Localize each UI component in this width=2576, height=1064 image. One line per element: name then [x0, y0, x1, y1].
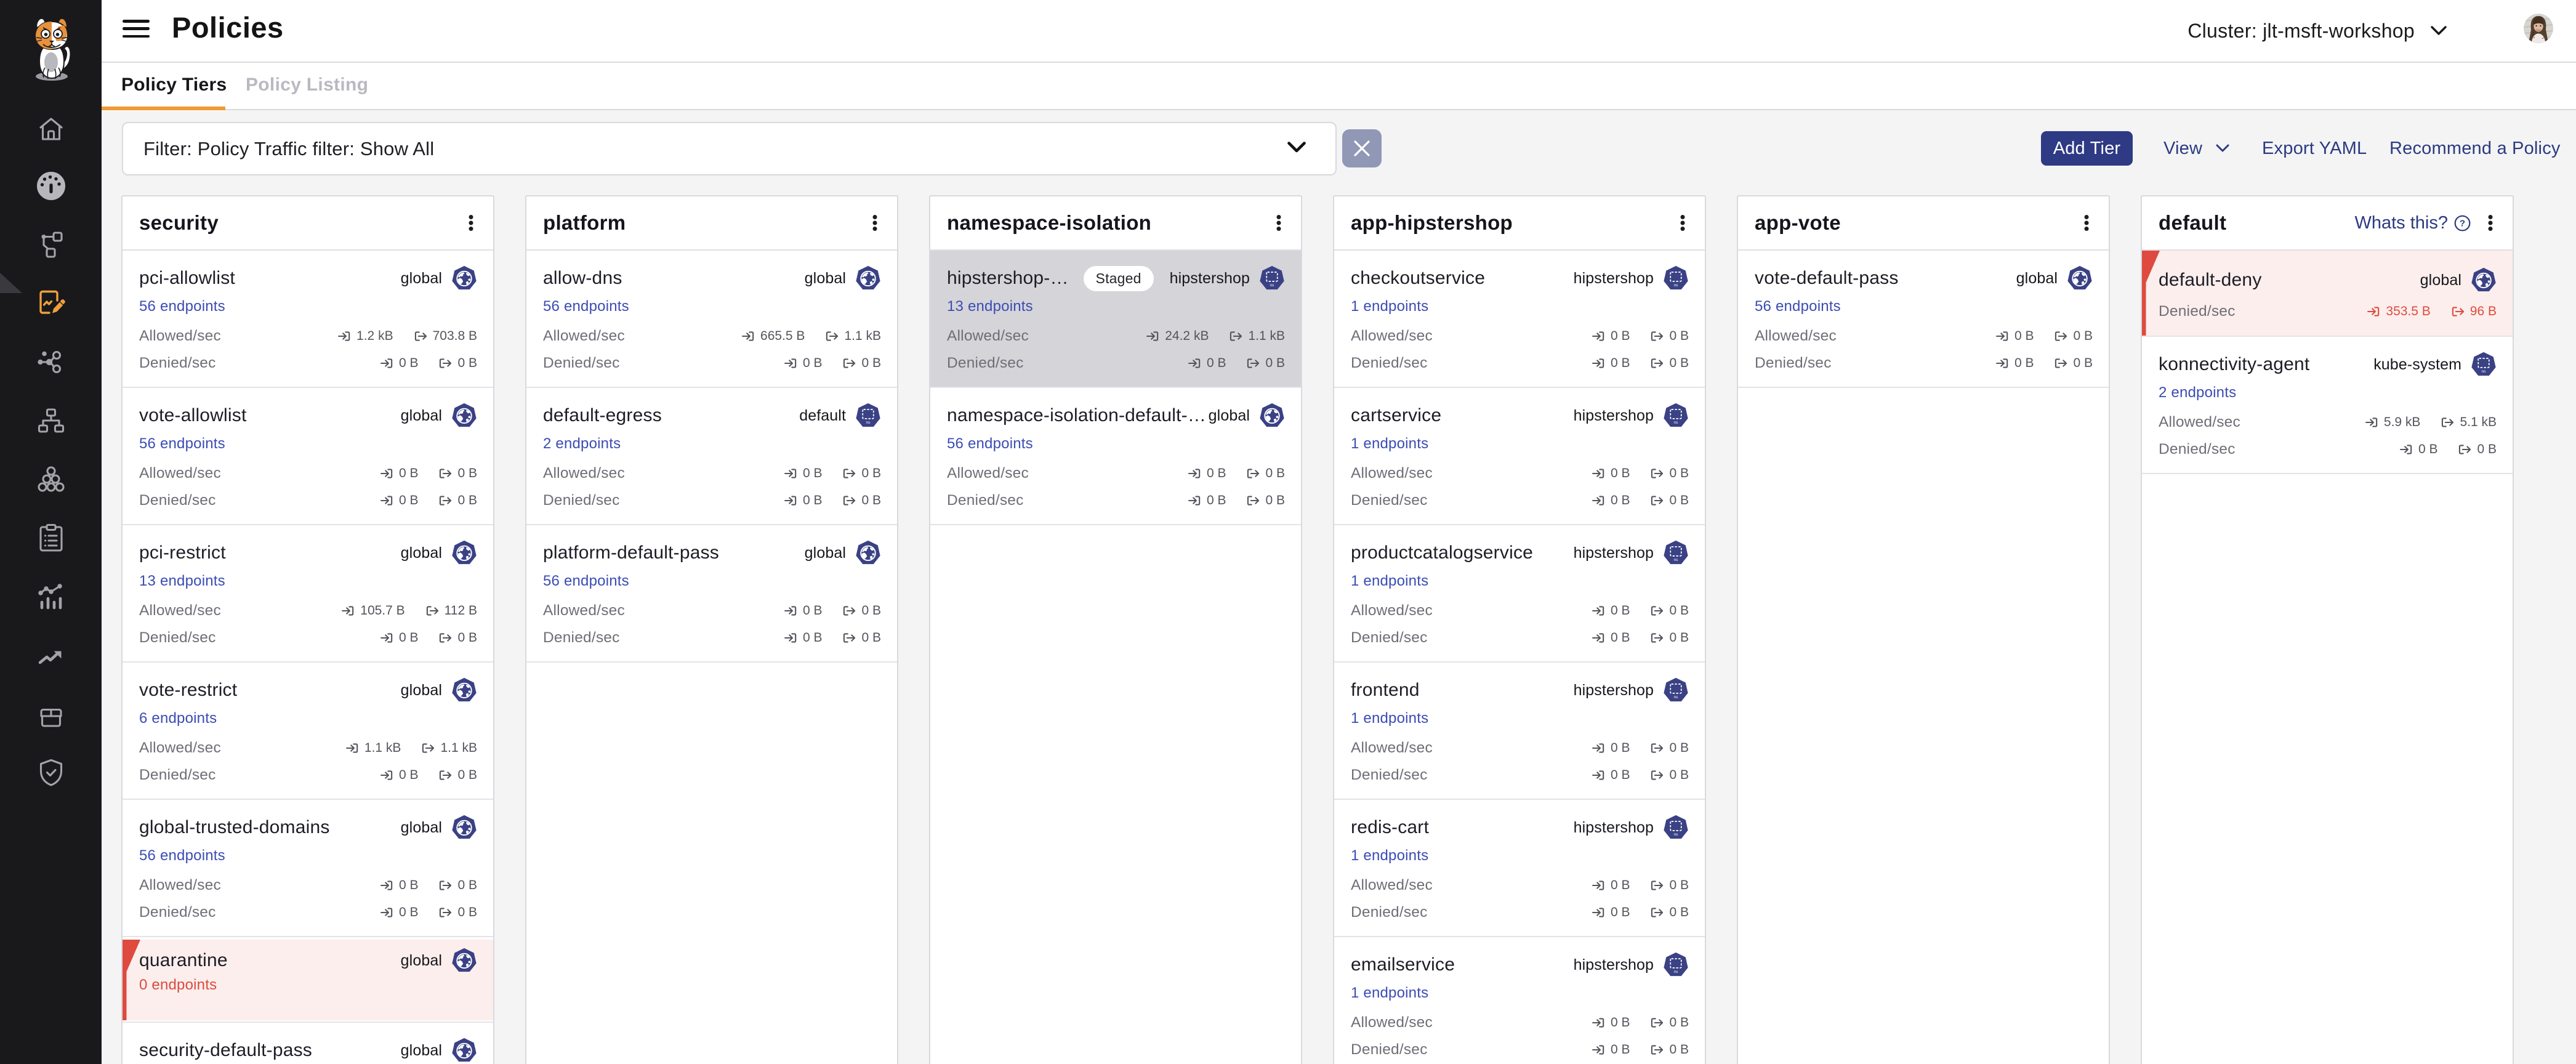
svg-text:ns: ns — [1674, 832, 1679, 837]
svg-text:ns: ns — [1674, 283, 1679, 288]
svg-text:ns: ns — [1674, 970, 1679, 974]
svg-text:ns: ns — [1674, 695, 1679, 699]
svg-text:ns: ns — [866, 421, 871, 425]
svg-text:ns: ns — [1674, 558, 1679, 562]
svg-text:?: ? — [2460, 218, 2465, 228]
svg-text:ns: ns — [1674, 421, 1679, 425]
svg-text:ns: ns — [2482, 369, 2487, 374]
svg-text:ns: ns — [1270, 283, 1275, 288]
